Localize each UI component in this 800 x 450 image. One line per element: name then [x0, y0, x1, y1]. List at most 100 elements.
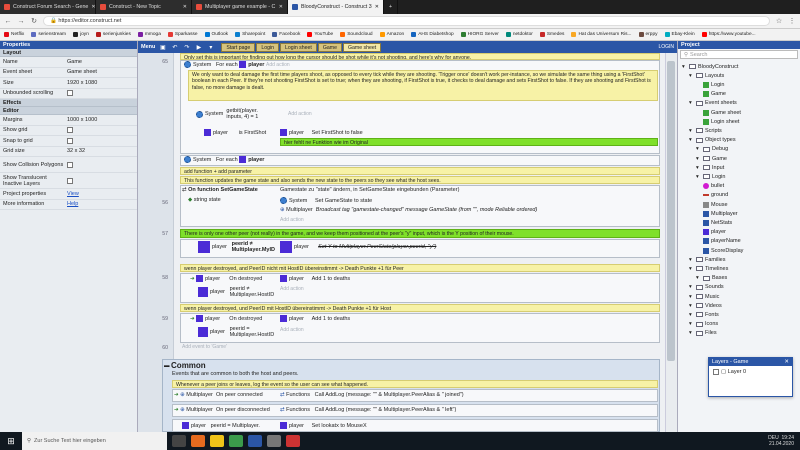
bookmark-item[interactable]: https://www.youtube... — [701, 32, 756, 37]
tree-item[interactable]: ▾ Music — [689, 292, 719, 301]
tree-item[interactable]: Game — [696, 90, 726, 99]
chevron-down-icon[interactable]: ▾ — [696, 165, 701, 171]
bookmark-item[interactable]: Hat das Universum Ris... — [571, 32, 632, 37]
event-action[interactable]: player Add 1 to deaths — [280, 315, 350, 322]
comment-green[interactable]: hier fehlt ne Funktion wie im Original — [280, 138, 658, 146]
save-icon[interactable]: ▣ — [158, 44, 167, 51]
checkbox[interactable] — [67, 90, 73, 97]
firefox-icon[interactable] — [191, 435, 205, 447]
bookmark-item[interactable]: erppy — [638, 32, 658, 37]
bookmark-item[interactable]: HIORG Server — [460, 32, 499, 37]
tree-item[interactable]: ▾ Icons — [689, 320, 718, 329]
undo-icon[interactable]: ↶ — [170, 44, 179, 51]
lock-icon[interactable]: ▢ — [721, 369, 728, 375]
tree-item[interactable]: NetStats — [696, 218, 732, 227]
chevron-down-icon[interactable]: ▾ — [689, 73, 694, 79]
bookmark-item[interactable]: serienjunkies — [95, 32, 131, 37]
add-action-link[interactable]: Add action — [266, 62, 290, 68]
tree-item[interactable]: Multiplayer — [696, 209, 738, 218]
tree-item[interactable]: Login — [696, 80, 724, 89]
bookmark-item[interactable]: mmoga — [137, 32, 161, 37]
section-header[interactable]: Layout — [0, 49, 137, 57]
event-condition[interactable]: player peerid = Multiplayer.HostID — [198, 326, 278, 338]
property-row[interactable]: Margins 1000 x 1000 — [0, 115, 137, 126]
chevron-down-icon[interactable]: ▾ — [689, 303, 694, 309]
comment-green[interactable]: There is only one other peer (not really… — [180, 229, 660, 238]
tree-item[interactable]: ▾ Game — [696, 154, 727, 163]
add-action-link[interactable]: Add action — [288, 111, 312, 117]
scrollbar-thumb[interactable] — [667, 61, 675, 361]
tree-item[interactable]: Game sheet — [696, 108, 741, 117]
tree-item[interactable]: ▾ Files — [689, 329, 717, 338]
tree-item[interactable]: ▾ Object types — [689, 136, 736, 145]
close-icon[interactable]: ✕ — [91, 4, 95, 10]
layer-row[interactable]: ▢ Layer 0 — [713, 369, 746, 375]
add-action-link[interactable]: Add action — [280, 217, 304, 223]
property-row[interactable]: Show Collision Polygons — [0, 157, 137, 173]
property-row[interactable]: Name Game — [0, 57, 137, 68]
tree-item[interactable]: bullet — [696, 182, 724, 191]
tree-item[interactable]: Login sheet — [696, 117, 739, 126]
property-row[interactable]: Project properties View — [0, 189, 137, 200]
chevron-down-icon[interactable]: ▾ — [696, 275, 701, 281]
play-icon[interactable]: ▶ — [194, 44, 203, 51]
event-condition[interactable]: player peerid ≠ Multiplayer.MyID — [198, 241, 278, 253]
bookmark-item[interactable]: AHS Diabetshop — [411, 32, 454, 37]
close-icon[interactable]: ✕ — [375, 4, 379, 10]
tree-item[interactable]: ▾ Event sheets — [689, 99, 737, 108]
action-comment[interactable]: Gamestate zu "state" ändern, in SetGameS… — [280, 187, 459, 193]
chevron-down-icon[interactable]: ▾ — [689, 321, 694, 327]
tree-item[interactable]: player — [696, 228, 726, 237]
function-header[interactable]: ⇄ On function SetGameState — [182, 187, 258, 193]
chrome-icon[interactable] — [229, 435, 243, 447]
bookmark-item[interactable]: Ebay-Klein — [664, 32, 695, 37]
event-condition[interactable]: player peerid = Multiplayer. — [182, 422, 260, 429]
bookmark-item[interactable]: Outlook — [204, 32, 228, 37]
chevron-down-icon[interactable]: ▾ — [689, 312, 694, 318]
event-condition[interactable]: ➜ player On destroyed — [190, 315, 262, 322]
property-row[interactable]: More information Help — [0, 200, 137, 210]
new-tab-button[interactable]: + — [384, 0, 398, 14]
bookmark-item[interactable]: YouTube — [307, 32, 333, 37]
property-row[interactable]: Size 1920 x 1080 — [0, 78, 137, 89]
tree-item[interactable]: ▾ Input — [696, 163, 724, 172]
reload-icon[interactable]: ↻ — [30, 17, 38, 25]
property-row[interactable]: Event sheet Game sheet — [0, 68, 137, 78]
tree-item[interactable]: ▾ Debug — [696, 145, 728, 154]
chevron-down-icon[interactable]: ▾ — [689, 266, 694, 272]
chevron-down-icon[interactable]: ▾ — [689, 294, 694, 300]
browser-tab-active[interactable]: BloodyConstruct - Construct 3 ✕ — [288, 0, 384, 14]
bookmark-item[interactable]: joyn — [73, 32, 89, 37]
close-icon[interactable]: ✕ — [183, 4, 187, 10]
comment[interactable]: We only want to deal damage the first ti… — [188, 70, 658, 101]
comment[interactable]: This function updates the game state and… — [180, 176, 660, 184]
tree-item[interactable]: ▾ Fonts — [689, 310, 719, 319]
event-condition[interactable]: ➜ ⊕ Multiplayer On peer connected — [174, 392, 263, 398]
chevron-down-icon[interactable]: ▾ — [206, 44, 215, 51]
event-action[interactable]: ⇄ Functions Call AddLog (message: "" & M… — [280, 407, 456, 413]
checkbox[interactable] — [67, 137, 73, 144]
bookmark-item[interactable]: Smedes — [539, 32, 564, 37]
bookmark-item[interactable]: Sparkasse — [167, 32, 198, 37]
close-icon[interactable]: ✕ — [784, 359, 789, 365]
tree-item[interactable]: ▾ BloodyConstruct — [682, 62, 738, 71]
tree-item[interactable]: ▾ Videos — [689, 301, 722, 310]
bookmark-item[interactable]: Soundcloud — [340, 32, 373, 37]
comment[interactable]: Whenever a peer joins or leaves, log the… — [172, 380, 658, 388]
property-row[interactable]: Grid size 32 x 32 — [0, 147, 137, 157]
bookmark-item[interactable]: Facebook — [272, 32, 300, 37]
login-button[interactable]: LOGIN — [658, 44, 674, 50]
section-header[interactable]: Editor — [0, 107, 137, 115]
clock[interactable]: DEU 19:24 21.04.2020 — [768, 435, 800, 447]
tree-item[interactable]: Mouse — [696, 200, 728, 209]
bookmark-item[interactable]: serienstream — [31, 32, 66, 37]
add-action-link[interactable]: Add action — [280, 327, 304, 333]
checkbox[interactable] — [67, 177, 73, 184]
tree-item[interactable]: ▾ Sounds — [689, 283, 724, 292]
event-action[interactable]: player Add 1 to deaths — [280, 275, 350, 282]
tab-login-sheet[interactable]: Login sheet — [280, 42, 317, 52]
task-view-icon[interactable] — [172, 435, 186, 447]
event-action[interactable]: ⊕ Multiplayer Broadcast tag "gamestate-c… — [280, 207, 537, 213]
chevron-down-icon[interactable]: ▾ — [689, 284, 694, 290]
chevron-down-icon[interactable]: ▾ — [682, 64, 687, 70]
